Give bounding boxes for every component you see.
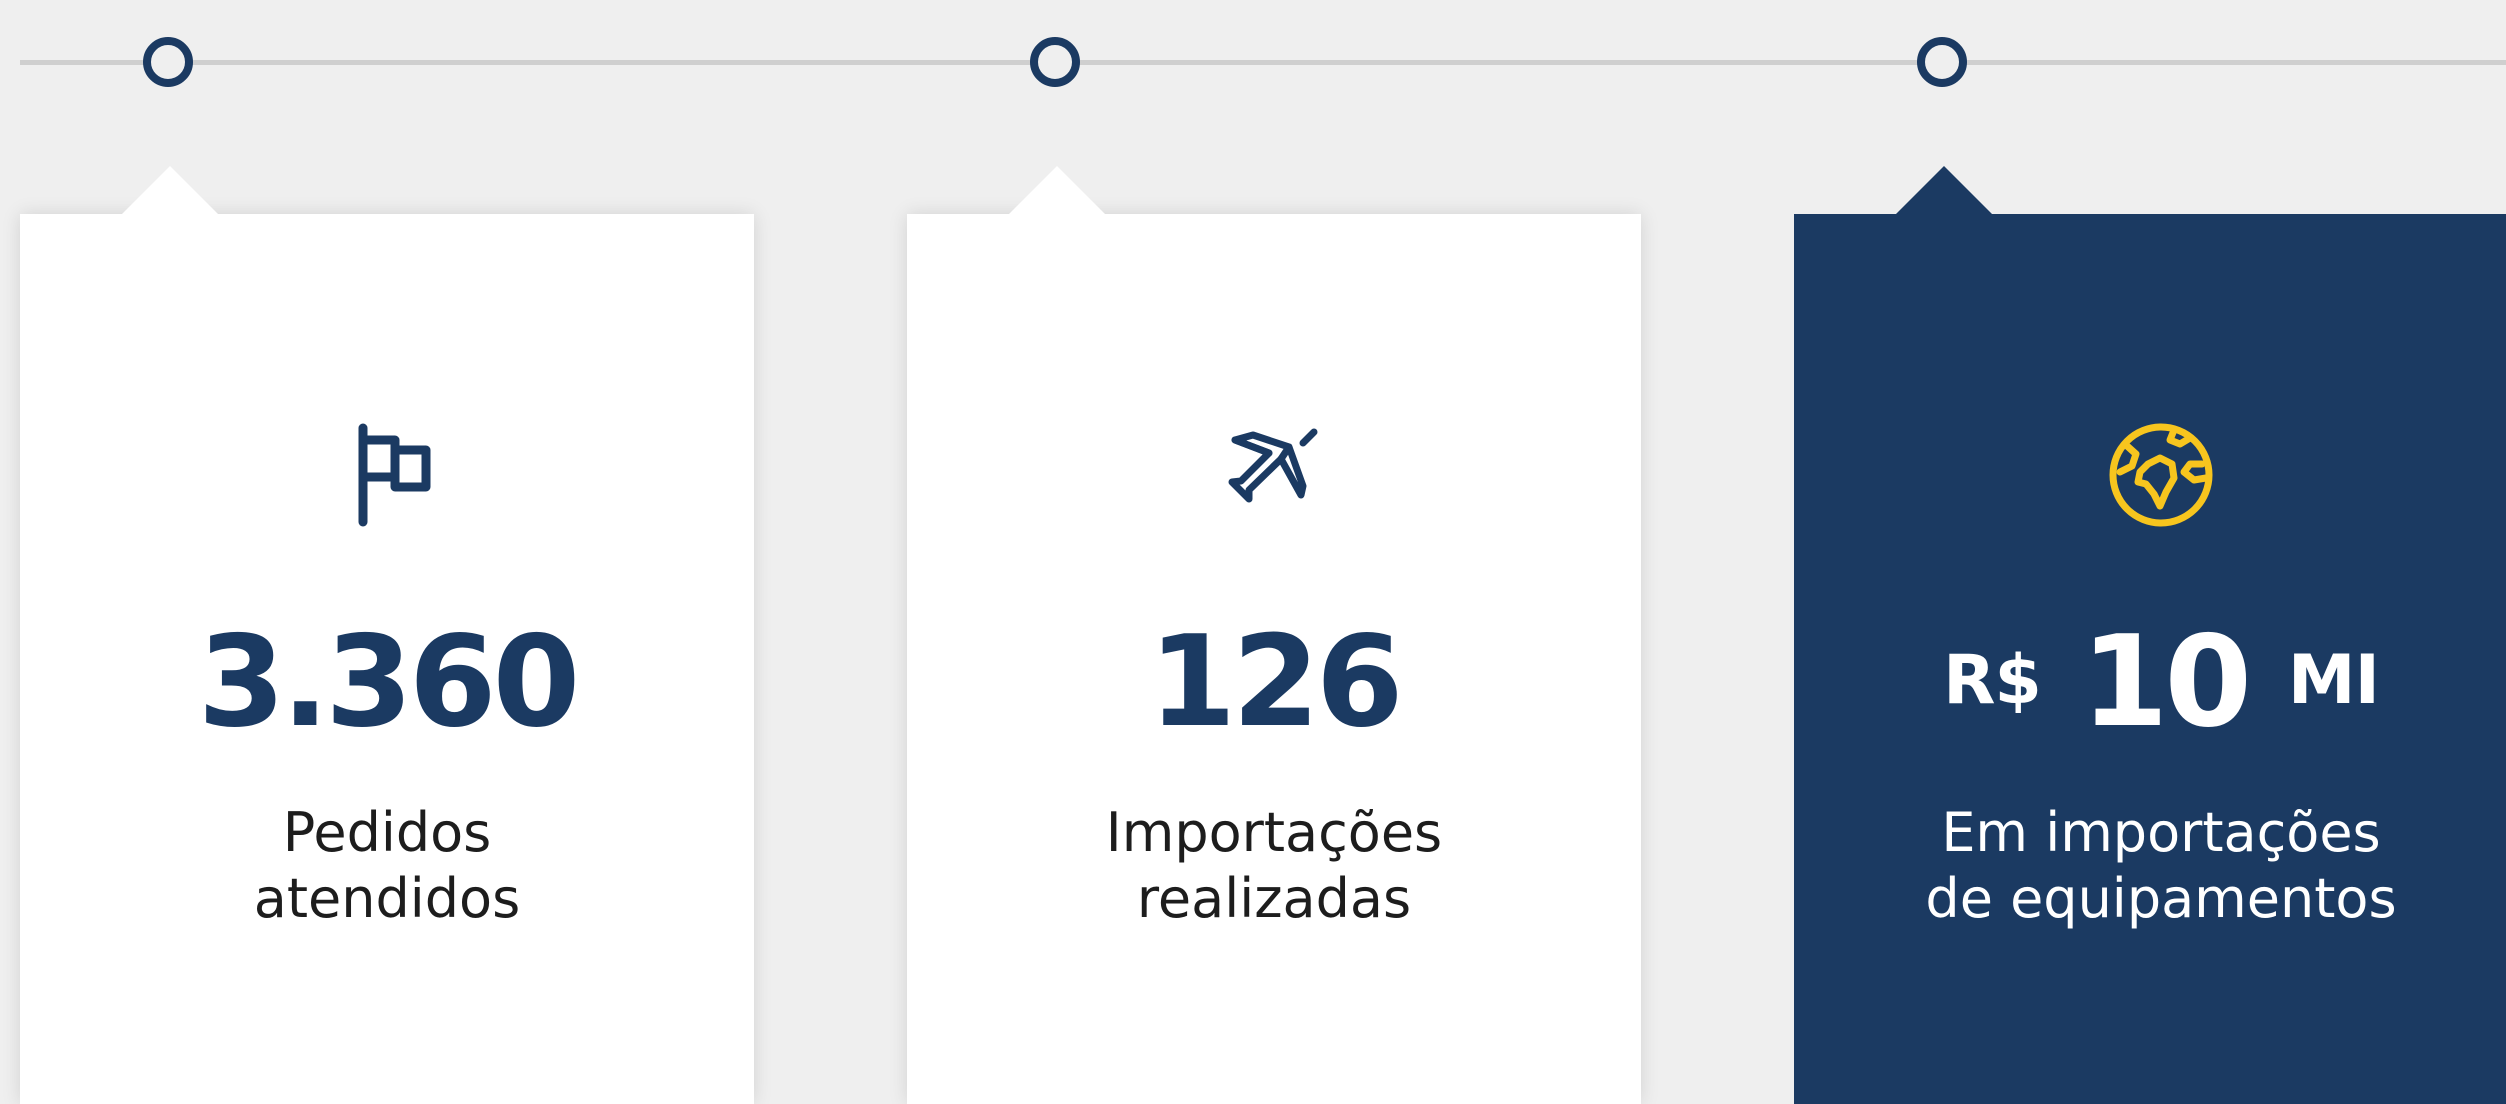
airplane-icon (1219, 420, 1329, 530)
currency-prefix: R$ (1943, 641, 2042, 720)
stat-card-equipment[interactable]: R$ 10 MI Em importações de equipamentos (1794, 166, 2506, 1104)
stat-card-orders[interactable]: 3.360 Pedidos atendidos (20, 166, 754, 1104)
timeline-dot-1[interactable] (143, 37, 193, 87)
stat-value: R$ 10 MI (1794, 619, 2506, 745)
timeline-dot-2[interactable] (1030, 37, 1080, 87)
stat-label: Importações realizadas (1105, 801, 1443, 930)
value-suffix: MI (2287, 641, 2380, 720)
timeline-dot-3[interactable] (1917, 37, 1967, 87)
stat-number: 10 (2080, 608, 2252, 755)
flag-icon (332, 420, 442, 530)
stat-value: 126 (1148, 608, 1403, 755)
globe-icon (2106, 420, 2216, 530)
timeline-line (20, 60, 2506, 65)
stat-label: Pedidos atendidos (253, 801, 521, 930)
stat-label: Em importações de equipamentos (1925, 801, 2397, 930)
stat-card-imports[interactable]: 126 Importações realizadas (907, 166, 1641, 1104)
stat-value: 3.360 (197, 608, 581, 755)
